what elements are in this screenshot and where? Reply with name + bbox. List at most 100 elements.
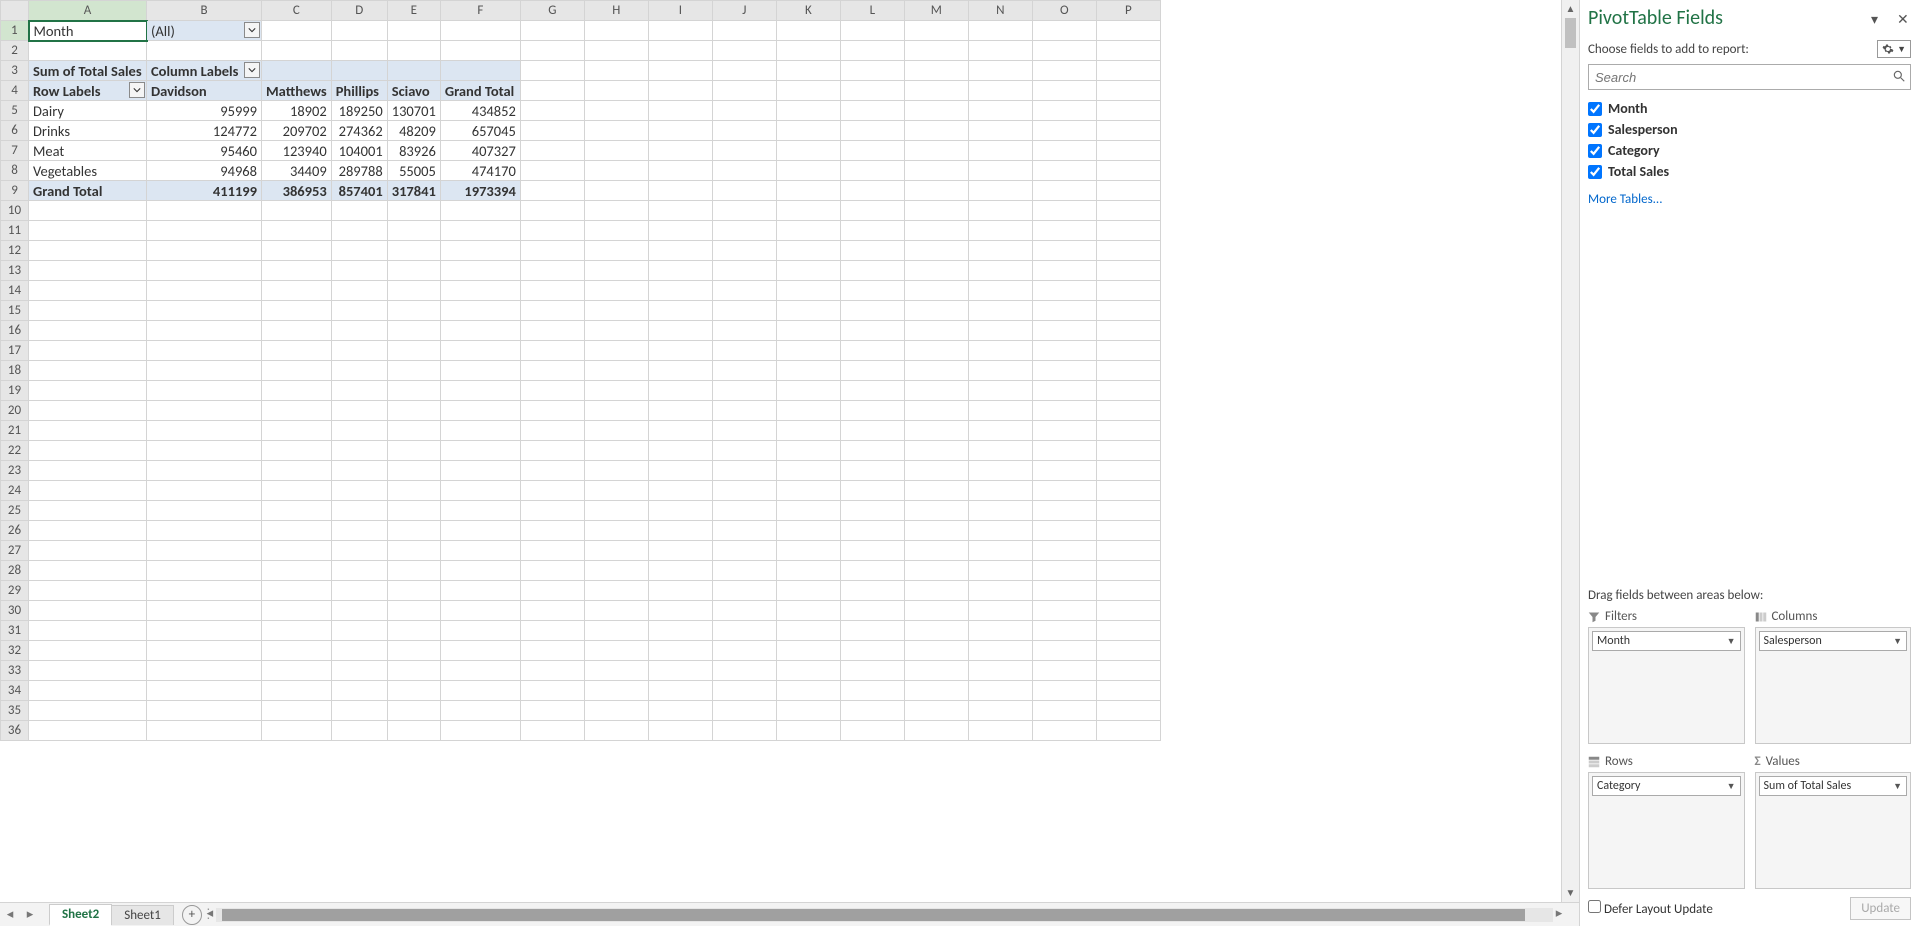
cell-O25[interactable] (1032, 501, 1096, 521)
cell-N27[interactable] (968, 541, 1032, 561)
cell-H5[interactable] (584, 101, 648, 121)
cell-C30[interactable] (262, 601, 332, 621)
cell-K28[interactable] (776, 561, 840, 581)
cell-M4[interactable] (904, 81, 968, 101)
cell-B20[interactable] (147, 401, 262, 421)
cell-O14[interactable] (1032, 281, 1096, 301)
cell-C36[interactable] (262, 721, 332, 741)
cell-O24[interactable] (1032, 481, 1096, 501)
row-header-25[interactable]: 25 (1, 501, 29, 521)
cell-I32[interactable] (648, 641, 712, 661)
cell-I2[interactable] (648, 41, 712, 61)
row-header-23[interactable]: 23 (1, 461, 29, 481)
cell-O15[interactable] (1032, 301, 1096, 321)
cell-H33[interactable] (584, 661, 648, 681)
cell-D19[interactable] (331, 381, 387, 401)
cell-L7[interactable] (840, 141, 904, 161)
cell-E18[interactable] (387, 361, 440, 381)
cell-H20[interactable] (584, 401, 648, 421)
cell-O19[interactable] (1032, 381, 1096, 401)
cell-I5[interactable] (648, 101, 712, 121)
cell-A25[interactable] (29, 501, 147, 521)
cell-M29[interactable] (904, 581, 968, 601)
column-header-B[interactable]: B (147, 1, 262, 21)
cell-E11[interactable] (387, 221, 440, 241)
cell-B14[interactable] (147, 281, 262, 301)
cell-A1[interactable]: Month (29, 21, 147, 41)
cell-F27[interactable] (440, 541, 520, 561)
cell-O30[interactable] (1032, 601, 1096, 621)
cell-A9[interactable]: Grand Total (29, 181, 147, 201)
cell-M8[interactable] (904, 161, 968, 181)
cell-A32[interactable] (29, 641, 147, 661)
cell-N36[interactable] (968, 721, 1032, 741)
vertical-scrollbar[interactable]: ▲ ▼ (1561, 0, 1579, 902)
cell-P28[interactable] (1096, 561, 1160, 581)
cell-A12[interactable] (29, 241, 147, 261)
cell-G24[interactable] (520, 481, 584, 501)
cell-F36[interactable] (440, 721, 520, 741)
cell-K30[interactable] (776, 601, 840, 621)
cell-M19[interactable] (904, 381, 968, 401)
cell-N32[interactable] (968, 641, 1032, 661)
cell-E31[interactable] (387, 621, 440, 641)
cell-C32[interactable] (262, 641, 332, 661)
cell-F22[interactable] (440, 441, 520, 461)
cell-J28[interactable] (712, 561, 776, 581)
cell-G13[interactable] (520, 261, 584, 281)
cell-L10[interactable] (840, 201, 904, 221)
cell-C19[interactable] (262, 381, 332, 401)
spreadsheet-grid[interactable]: ABCDEFGHIJKLMNOP1Month(All)23Sum of Tota… (0, 0, 1161, 741)
cell-D2[interactable] (331, 41, 387, 61)
cell-E29[interactable] (387, 581, 440, 601)
cell-G27[interactable] (520, 541, 584, 561)
cell-C15[interactable] (262, 301, 332, 321)
cell-G1[interactable] (520, 21, 584, 41)
cell-I28[interactable] (648, 561, 712, 581)
cell-A29[interactable] (29, 581, 147, 601)
cell-O12[interactable] (1032, 241, 1096, 261)
row-header-15[interactable]: 15 (1, 301, 29, 321)
cell-L18[interactable] (840, 361, 904, 381)
cell-B23[interactable] (147, 461, 262, 481)
cell-I27[interactable] (648, 541, 712, 561)
cell-M3[interactable] (904, 61, 968, 81)
cell-O6[interactable] (1032, 121, 1096, 141)
cell-M32[interactable] (904, 641, 968, 661)
cell-K35[interactable] (776, 701, 840, 721)
cell-I8[interactable] (648, 161, 712, 181)
cell-J10[interactable] (712, 201, 776, 221)
cell-G36[interactable] (520, 721, 584, 741)
cell-M27[interactable] (904, 541, 968, 561)
cell-G33[interactable] (520, 661, 584, 681)
cell-I26[interactable] (648, 521, 712, 541)
cell-D22[interactable] (331, 441, 387, 461)
cell-C12[interactable] (262, 241, 332, 261)
cell-C24[interactable] (262, 481, 332, 501)
field-item-month[interactable]: Month (1588, 98, 1911, 119)
cell-F11[interactable] (440, 221, 520, 241)
row-header-2[interactable]: 2 (1, 41, 29, 61)
cell-C3[interactable] (262, 61, 332, 81)
cell-G32[interactable] (520, 641, 584, 661)
defer-update-checkbox[interactable]: Defer Layout Update (1588, 900, 1713, 917)
cell-M5[interactable] (904, 101, 968, 121)
cell-A16[interactable] (29, 321, 147, 341)
cell-B29[interactable] (147, 581, 262, 601)
cell-I22[interactable] (648, 441, 712, 461)
cell-F34[interactable] (440, 681, 520, 701)
cell-L26[interactable] (840, 521, 904, 541)
cell-G21[interactable] (520, 421, 584, 441)
cell-K9[interactable] (776, 181, 840, 201)
cell-J18[interactable] (712, 361, 776, 381)
cell-A6[interactable]: Drinks (29, 121, 147, 141)
cell-P30[interactable] (1096, 601, 1160, 621)
cell-H6[interactable] (584, 121, 648, 141)
cell-K29[interactable] (776, 581, 840, 601)
cell-O27[interactable] (1032, 541, 1096, 561)
cell-E16[interactable] (387, 321, 440, 341)
column-header-M[interactable]: M (904, 1, 968, 21)
cell-K18[interactable] (776, 361, 840, 381)
cell-H19[interactable] (584, 381, 648, 401)
cell-K6[interactable] (776, 121, 840, 141)
